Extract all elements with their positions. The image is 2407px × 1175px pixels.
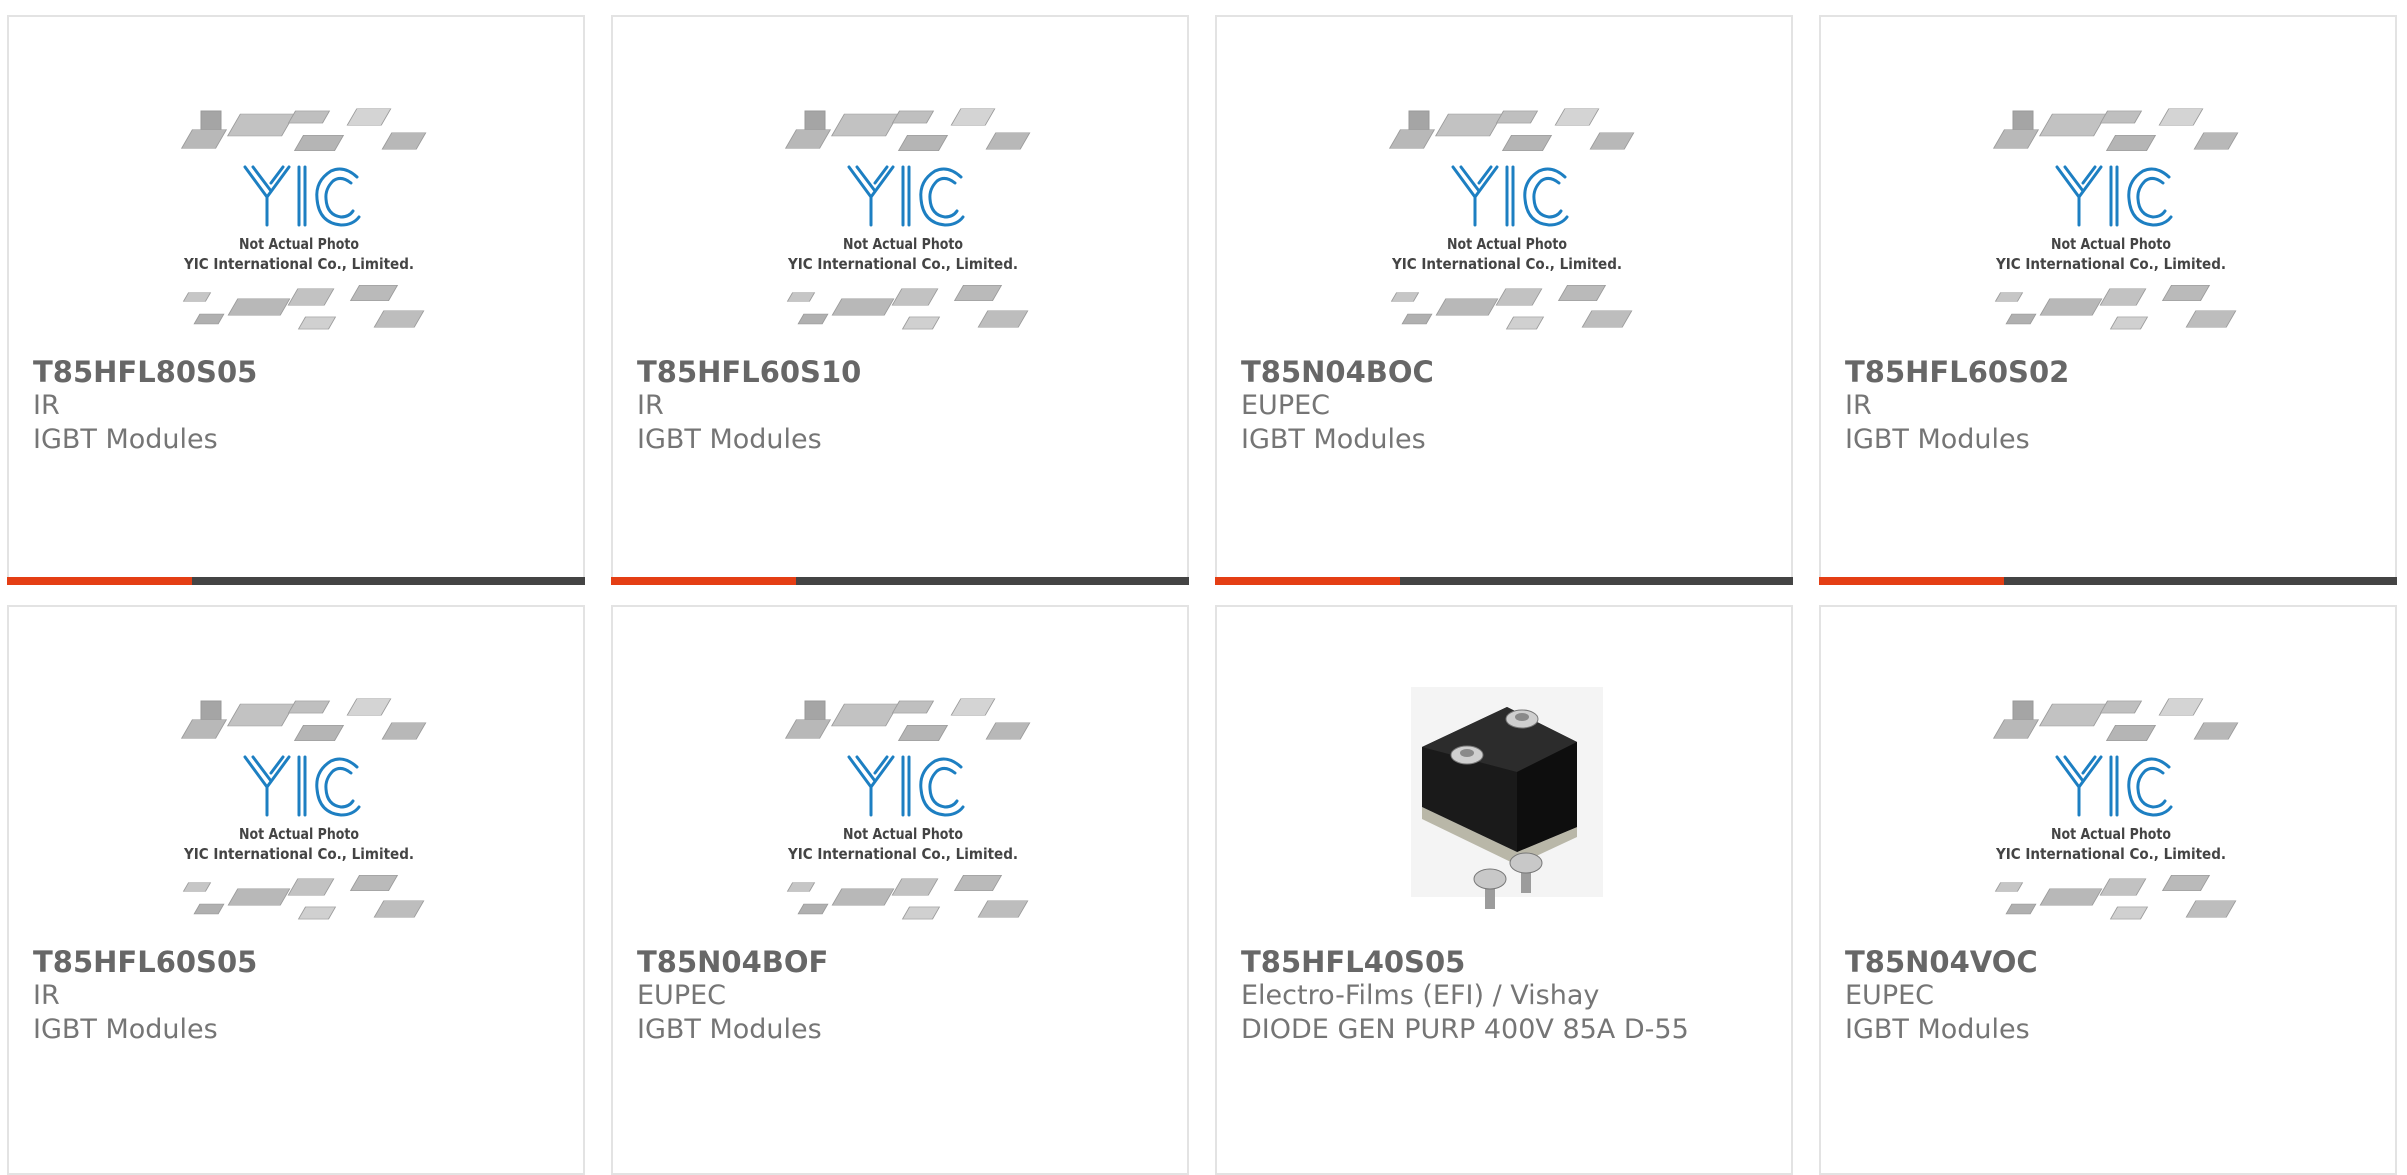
category: IGBT Modules: [637, 1014, 822, 1045]
yic-logo-icon: [243, 755, 361, 817]
placeholder-caption-line2: YIC International Co., Limited.: [1391, 255, 1622, 273]
part-number-link[interactable]: T85N04VOC: [1845, 945, 2375, 979]
part-number-link[interactable]: T85HFL60S05: [33, 945, 563, 979]
placeholder-caption-line1: Not Actual Photo: [239, 825, 359, 843]
product-info: T85HFL60S02 IR IGBT Modules: [1845, 355, 2375, 457]
placeholder-caption-line2: YIC International Co., Limited.: [787, 845, 1018, 863]
product-card[interactable]: Not Actual Photo YIC International Co., L…: [1819, 605, 2397, 1175]
product-card[interactable]: Not Actual Photo YIC International Co., L…: [7, 15, 585, 585]
product-info: T85HFL40S05 Electro-Films (EFI) / Vishay…: [1241, 945, 1771, 1047]
category: IGBT Modules: [33, 1014, 218, 1045]
part-number-link[interactable]: T85HFL60S02: [1845, 355, 2375, 389]
yic-logo-icon: [847, 165, 965, 227]
placeholder-caption-line2: YIC International Co., Limited.: [183, 255, 414, 273]
product-info: T85N04BOC EUPEC IGBT Modules: [1241, 355, 1771, 457]
placeholder-caption-line2: YIC International Co., Limited.: [1995, 845, 2226, 863]
placeholder-caption-line1: Not Actual Photo: [239, 235, 359, 253]
manufacturer: EUPEC: [1845, 980, 1935, 1011]
card-accent-bar: [1819, 577, 2004, 585]
placeholder-caption-line1: Not Actual Photo: [843, 235, 963, 253]
category: DIODE GEN PURP 400V 85A D-55: [1241, 1014, 1689, 1045]
card-bottom-bar: [611, 577, 1189, 585]
card-bottom-bar: [7, 577, 585, 585]
product-card[interactable]: Not Actual Photo YIC International Co., L…: [1215, 15, 1793, 585]
placeholder-caption-line2: YIC International Co., Limited.: [183, 845, 414, 863]
product-image-placeholder[interactable]: Not Actual Photo YIC International Co., L…: [159, 687, 439, 927]
manufacturer: IR: [33, 980, 60, 1011]
manufacturer: IR: [33, 390, 60, 421]
product-image-placeholder[interactable]: Not Actual Photo YIC International Co., L…: [763, 687, 1043, 927]
product-image-placeholder[interactable]: Not Actual Photo YIC International Co., L…: [159, 97, 439, 337]
manufacturer: EUPEC: [1241, 390, 1331, 421]
placeholder-caption-line2: YIC International Co., Limited.: [1995, 255, 2226, 273]
yic-logo-icon: [2055, 755, 2173, 817]
category: IGBT Modules: [33, 424, 218, 455]
product-info: T85HFL60S05 IR IGBT Modules: [33, 945, 563, 1047]
yic-logo-icon: [243, 165, 361, 227]
yic-logo-icon: [847, 755, 965, 817]
placeholder-caption-line1: Not Actual Photo: [2051, 825, 2171, 843]
placeholder-caption-line1: Not Actual Photo: [1447, 235, 1567, 253]
placeholder-caption-line1: Not Actual Photo: [843, 825, 963, 843]
product-card[interactable]: T85HFL40S05 Electro-Films (EFI) / Vishay…: [1215, 605, 1793, 1175]
part-number-link[interactable]: T85HFL40S05: [1241, 945, 1771, 979]
manufacturer: IR: [637, 390, 664, 421]
card-accent-bar: [611, 577, 796, 585]
manufacturer: EUPEC: [637, 980, 727, 1011]
yic-logo-icon: [1451, 165, 1569, 227]
placeholder-caption-line2: YIC International Co., Limited.: [787, 255, 1018, 273]
product-info: T85N04VOC EUPEC IGBT Modules: [1845, 945, 2375, 1047]
product-grid: Not Actual Photo YIC International Co., L…: [0, 0, 2407, 1175]
product-image-placeholder[interactable]: Not Actual Photo YIC International Co., L…: [1971, 97, 2251, 337]
part-number-link[interactable]: T85HFL60S10: [637, 355, 1167, 389]
product-card[interactable]: Not Actual Photo YIC International Co., L…: [7, 605, 585, 1175]
igbt-module-photo: [1411, 687, 1603, 909]
category: IGBT Modules: [1845, 424, 2030, 455]
manufacturer: Electro-Films (EFI) / Vishay: [1241, 980, 1600, 1011]
product-image-placeholder[interactable]: Not Actual Photo YIC International Co., L…: [1971, 687, 2251, 927]
product-card[interactable]: Not Actual Photo YIC International Co., L…: [611, 15, 1189, 585]
product-info: T85HFL60S10 IR IGBT Modules: [637, 355, 1167, 457]
part-number-link[interactable]: T85N04BOF: [637, 945, 1167, 979]
yic-logo-icon: [2055, 165, 2173, 227]
placeholder-caption-line1: Not Actual Photo: [2051, 235, 2171, 253]
product-card[interactable]: Not Actual Photo YIC International Co., L…: [611, 605, 1189, 1175]
card-accent-bar: [7, 577, 192, 585]
product-image-placeholder[interactable]: Not Actual Photo YIC International Co., L…: [763, 97, 1043, 337]
card-bottom-bar: [1215, 577, 1793, 585]
product-card[interactable]: Not Actual Photo YIC International Co., L…: [1819, 15, 2397, 585]
part-number-link[interactable]: T85HFL80S05: [33, 355, 563, 389]
category: IGBT Modules: [1241, 424, 1426, 455]
card-accent-bar: [1215, 577, 1400, 585]
product-image-placeholder[interactable]: Not Actual Photo YIC International Co., L…: [1367, 97, 1647, 337]
category: IGBT Modules: [1845, 1014, 2030, 1045]
manufacturer: IR: [1845, 390, 1872, 421]
category: IGBT Modules: [637, 424, 822, 455]
part-number-link[interactable]: T85N04BOC: [1241, 355, 1771, 389]
product-info: T85HFL80S05 IR IGBT Modules: [33, 355, 563, 457]
card-bottom-bar: [1819, 577, 2397, 585]
product-info: T85N04BOF EUPEC IGBT Modules: [637, 945, 1167, 1047]
product-image-photo[interactable]: [1367, 687, 1647, 927]
